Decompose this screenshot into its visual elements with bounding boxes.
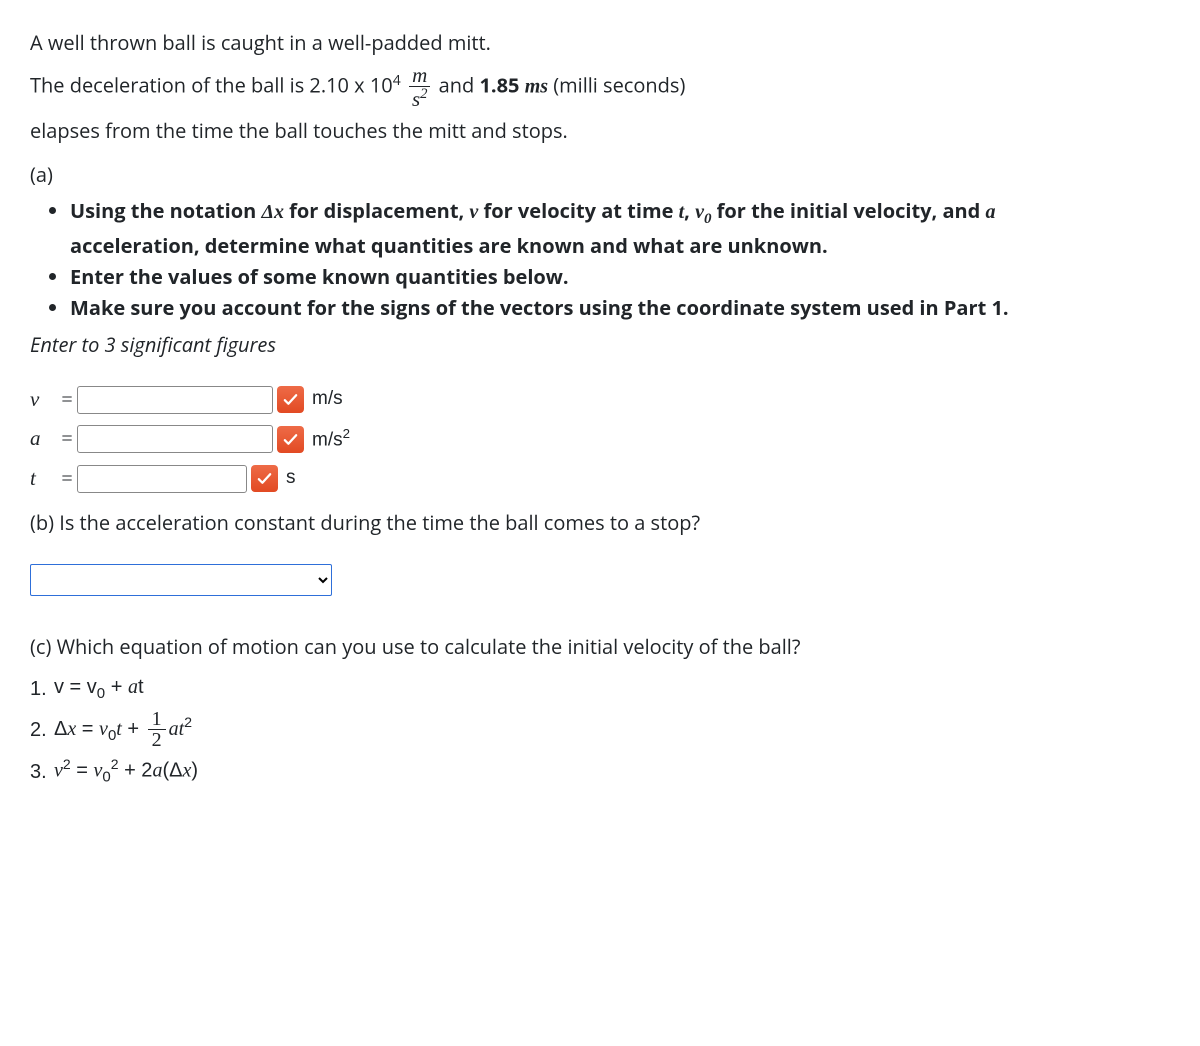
label-a: a — [30, 423, 58, 455]
unit-t: s — [286, 464, 296, 493]
part-c-prompt: (c) Which equation of motion can you use… — [30, 632, 1170, 662]
bullet-3: Make sure you account for the signs of t… — [70, 293, 1170, 322]
equation-2: 2. Δx = v0t + 12at2 — [30, 709, 1170, 750]
intro-line-2: The deceleration of the ball is 2.10 x 1… — [30, 64, 1170, 110]
b1-m3: , — [684, 197, 695, 224]
equation-3: 3. v2 = v02 + 2a(Δx) — [30, 754, 1170, 789]
time-value: 1.85 — [479, 71, 524, 98]
b1-a: a — [986, 201, 996, 223]
t-input[interactable] — [77, 465, 247, 493]
time-unit-expl: (milli seconds) — [548, 71, 685, 98]
part-b-prompt: (b) Is the acceleration constant during … — [30, 508, 1170, 538]
b1-m1: for displacement, — [284, 197, 469, 224]
b1-pre: Using the notation — [70, 197, 261, 224]
sig-fig-note: Enter to 3 significant figures — [30, 330, 1170, 360]
label-v: v — [30, 384, 58, 416]
unit-a: m/s2 — [312, 424, 350, 455]
eq2-body: Δx = v0t + 12at2 — [54, 709, 192, 750]
eq3-num: 3. — [30, 757, 54, 787]
eq3-body: v2 = v02 + 2a(Δx) — [54, 754, 198, 789]
equals-v: = — [58, 385, 76, 415]
a-input[interactable] — [77, 425, 273, 453]
den-base: s — [412, 87, 420, 111]
part-b-select-wrap — [30, 562, 1170, 596]
bullet-2: Enter the values of some known quantitie… — [70, 262, 1170, 291]
input-row-a: a = m/s2 — [30, 423, 1170, 455]
unit-a-exp: 2 — [343, 426, 350, 441]
intro-line-1: A well thrown ball is caught in a well-p… — [30, 28, 1170, 58]
input-row-v: v = m/s — [30, 384, 1170, 416]
problem-statement: A well thrown ball is caught in a well-p… — [30, 28, 1170, 146]
input-row-t: t = s — [30, 463, 1170, 495]
unit-a-base: m/s — [312, 429, 343, 450]
check-icon[interactable] — [277, 386, 304, 413]
b1-v: v — [469, 201, 478, 223]
equation-list: 1. v = v0 + at 2. Δx = v0t + 12at2 3. v2… — [30, 672, 1170, 790]
fraction-numerator: m — [409, 64, 431, 86]
eq1-num: 1. — [30, 674, 54, 704]
b1-m4: for the initial velocity, and — [711, 197, 985, 224]
v-input[interactable] — [77, 386, 273, 414]
time-unit: ms — [525, 75, 548, 97]
equals-t: = — [58, 464, 76, 494]
unit-fraction: m s2 — [409, 64, 431, 110]
b1-v0: v0 — [695, 201, 711, 223]
label-t: t — [30, 463, 58, 495]
intro-and: and — [439, 71, 480, 98]
check-icon[interactable] — [277, 426, 304, 453]
half-fraction: 12 — [148, 709, 166, 750]
intro-exponent: 4 — [393, 71, 401, 90]
fraction-denominator: s2 — [409, 86, 431, 110]
bullet-1: Using the notation Δx for displacement, … — [70, 196, 1170, 260]
b1-m2: for velocity at time — [478, 197, 678, 224]
b1-v0b: v — [695, 201, 704, 223]
intro-decel-text: The deceleration of the ball is 2.10 x 1… — [30, 71, 393, 98]
b1-end: acceleration, determine what quantities … — [70, 232, 828, 259]
eq2-num: 2. — [30, 715, 54, 745]
part-a-instructions: Using the notation Δx for displacement, … — [30, 196, 1170, 322]
equals-a: = — [58, 424, 76, 454]
equation-1: 1. v = v0 + at — [30, 672, 1170, 706]
part-a-label: (a) — [30, 160, 1170, 190]
b1-dx: Δx — [261, 201, 284, 223]
part-b-select[interactable] — [30, 564, 332, 596]
unit-v: m/s — [312, 385, 343, 414]
den-exp: 2 — [420, 86, 427, 102]
check-icon[interactable] — [251, 465, 278, 492]
intro-line-3: elapses from the time the ball touches t… — [30, 116, 1170, 146]
eq1-body: v = v0 + at — [54, 672, 144, 706]
